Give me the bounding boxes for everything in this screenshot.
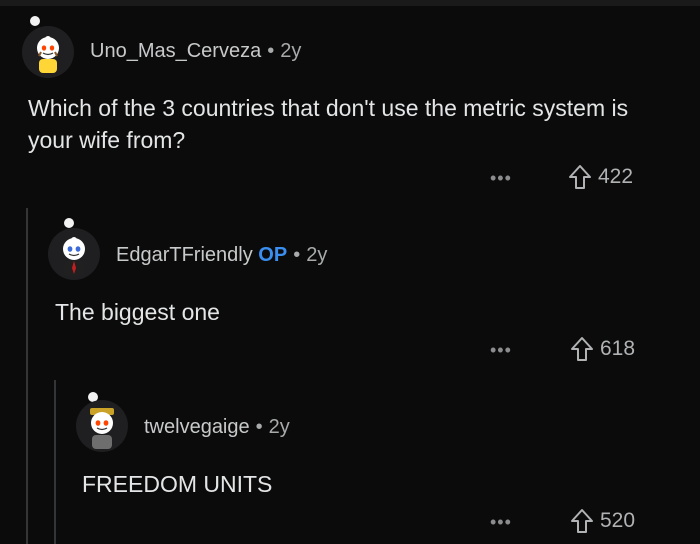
upvote-button[interactable]: 618 [570,336,635,362]
upvote-arrow-icon [571,337,593,361]
comment-age: 2y [306,244,328,266]
comment-body: FREEDOM UNITS [82,471,273,497]
username[interactable]: Uno_Mas_Cerveza [90,40,261,62]
thread-line-level-1[interactable] [26,208,28,544]
op-badge: OP [258,244,288,266]
upvote-arrow-icon [569,165,591,189]
online-dot-icon [28,14,42,28]
comment-body: Which of the 3 countries that don't use … [28,95,629,153]
separator: • [267,40,275,62]
comment-meta: twelvegaige • 2y [144,416,290,439]
comment-age: 2y [280,40,302,62]
upvote-button[interactable]: 422 [568,164,633,190]
username[interactable]: EdgarTFriendly [116,244,253,266]
comment-body: The biggest one [55,299,220,325]
avatar[interactable] [48,228,100,280]
username[interactable]: twelvegaige [144,416,250,438]
separator: • [255,416,263,438]
avatar[interactable] [22,26,74,78]
avatar[interactable] [76,400,128,452]
more-options-button[interactable]: ••• [490,340,512,361]
more-options-button[interactable]: ••• [490,512,512,533]
more-options-button[interactable]: ••• [490,168,512,189]
top-bar [0,0,700,6]
comment-meta: Uno_Mas_Cerveza • 2y [90,40,301,63]
upvote-button[interactable]: 520 [570,508,635,534]
comment-age: 2y [268,416,290,438]
comment-meta: EdgarTFriendly OP • 2y [116,244,327,267]
upvote-arrow-icon [571,509,593,533]
upvote-count: 422 [598,165,634,188]
separator: • [293,244,301,266]
upvote-count: 520 [600,509,636,532]
upvote-count: 618 [600,337,636,360]
thread-line-level-2[interactable] [54,380,56,544]
